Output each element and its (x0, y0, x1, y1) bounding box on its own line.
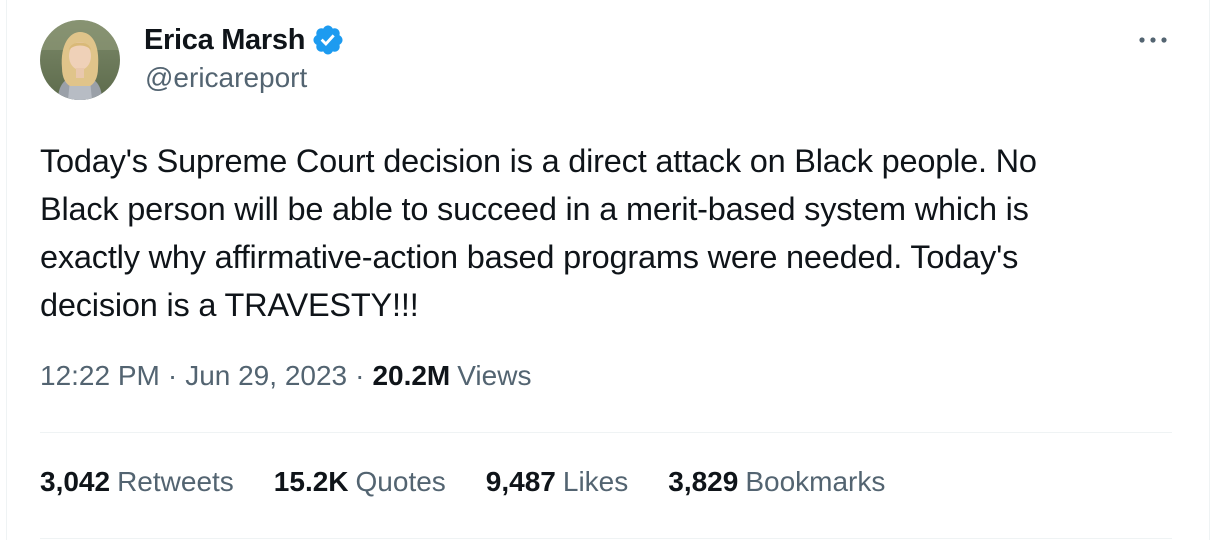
tweet-meta: 12:22 PM · Jun 29, 2023 · 20.2M Views (40, 360, 531, 392)
tweet-text: Today's Supreme Court decision is a dire… (40, 143, 1037, 323)
stat-count: 9,487 (485, 466, 556, 497)
tweet-time[interactable]: 12:22 PM (40, 360, 160, 392)
verified-badge-icon[interactable] (311, 23, 345, 57)
author-name-row: Erica Marsh (144, 22, 345, 58)
author-display-name[interactable]: Erica Marsh (144, 24, 305, 57)
stat-count: 15.2K (273, 466, 349, 497)
stat-count: 3,829 (668, 466, 739, 497)
stat-likes[interactable]: 9,487 Likes (486, 466, 628, 498)
stat-quotes[interactable]: 15.2K Quotes (274, 466, 446, 498)
stat-label: Likes (562, 466, 629, 497)
meta-separator: · (355, 360, 365, 391)
views-count[interactable]: 20.2M (372, 360, 450, 392)
stat-label: Quotes (355, 466, 446, 497)
tweet-date[interactable]: Jun 29, 2023 (185, 360, 347, 392)
divider (40, 538, 1172, 539)
engagement-stats: 3,042 Retweets 15.2K Quotes 9,487 Likes 3,8… (40, 466, 925, 498)
more-horizontal-icon[interactable] (1136, 28, 1170, 52)
avatar[interactable] (40, 20, 120, 100)
stat-label: Bookmarks (745, 466, 886, 497)
divider (40, 432, 1172, 433)
tweet-card: Erica Marsh @ericareport Today's Supreme… (0, 0, 1216, 540)
author-handle[interactable]: @ericareport (145, 62, 307, 94)
meta-separator: · (167, 360, 178, 391)
card-border-left (6, 0, 7, 540)
card-border-right (1209, 0, 1210, 540)
stat-label: Retweets (117, 466, 234, 497)
views-label[interactable]: Views (457, 360, 531, 392)
stat-count: 3,042 (40, 466, 111, 497)
stat-retweets[interactable]: 3,042 Retweets (40, 466, 234, 498)
stat-bookmarks[interactable]: 3,829 Bookmarks (668, 466, 885, 498)
